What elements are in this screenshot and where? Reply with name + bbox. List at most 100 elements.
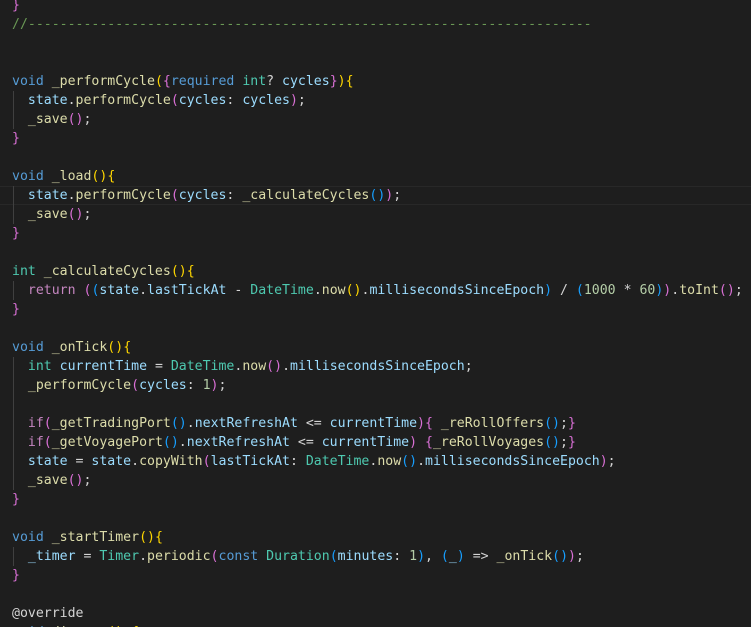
code-token: _performCycle	[51, 74, 155, 89]
code-token: =	[75, 549, 100, 564]
code-token: (	[170, 264, 179, 279]
code-token: )	[544, 283, 553, 298]
code-token: cycles	[282, 74, 330, 89]
code-line[interactable]: if(_getTradingPort().nextRefreshAt <= cu…	[12, 414, 576, 433]
code-line[interactable]: _performCycle(cycles: 1);	[12, 376, 227, 395]
code-token: (	[202, 454, 211, 469]
code-token: _save	[27, 112, 68, 127]
code-line[interactable]: _save();	[12, 471, 92, 490]
code-token: )	[560, 549, 569, 564]
code-token: _timer	[27, 549, 76, 564]
code-token: ;	[83, 112, 92, 127]
code-token: state	[91, 454, 132, 469]
code-token: nextRefreshAt	[186, 435, 290, 450]
code-token: :	[393, 549, 410, 564]
code-token: )	[115, 340, 124, 355]
code-token: .	[313, 283, 322, 298]
code-token: .	[67, 188, 76, 203]
code-token: ;	[560, 416, 568, 431]
code-token: (	[43, 435, 52, 450]
code-line[interactable]: }	[12, 566, 20, 585]
code-token: .	[671, 283, 680, 298]
code-token: /	[552, 283, 576, 298]
code-token: performCycle	[75, 188, 171, 203]
code-line[interactable]: void _startTimer(){	[12, 528, 163, 547]
code-token: _onTick	[496, 549, 553, 564]
code-line[interactable]: _timer = Timer.periodic(const Duration(m…	[12, 547, 584, 566]
code-line[interactable]: }	[12, 300, 20, 319]
code-line[interactable]: state = state.copyWith(lastTickAt: DateT…	[12, 452, 616, 471]
code-line[interactable]: void dispose() {	[12, 623, 139, 627]
code-token: now	[321, 283, 346, 298]
code-token: (	[67, 112, 76, 127]
code-token: .	[139, 549, 148, 564]
code-line[interactable]: }	[12, 224, 20, 243]
code-token: .	[186, 416, 195, 431]
code-token: :	[226, 93, 243, 108]
code-line[interactable]: _save();	[12, 110, 92, 129]
code-line[interactable]: }	[12, 129, 20, 148]
code-line[interactable]: state.performCycle(cycles: _calculateCyc…	[12, 186, 401, 205]
code-token: int	[27, 359, 52, 374]
code-token: =	[147, 359, 171, 374]
code-line[interactable]: return ((state.lastTickAt - DateTime.now…	[12, 281, 743, 300]
code-token: (	[67, 207, 76, 222]
code-token: }	[12, 302, 20, 317]
code-line[interactable]: state.performCycle(cycles: cycles);	[12, 91, 306, 110]
code-token: periodic	[147, 549, 211, 564]
code-line[interactable]: int _calculateCycles(){	[12, 262, 195, 281]
code-line[interactable]: }	[12, 0, 20, 15]
code-token: void	[12, 74, 44, 89]
code-token: cycles	[178, 188, 227, 203]
code-line[interactable]: @override	[12, 604, 83, 623]
code-line[interactable]: int currentTime = DateTime.now().millise…	[12, 357, 473, 376]
code-token: {	[424, 416, 433, 431]
code-token: performCycle	[75, 93, 171, 108]
code-token: }	[567, 435, 576, 450]
code-line[interactable]: //--------------------------------------…	[12, 15, 592, 34]
code-line[interactable]: _save();	[12, 205, 92, 224]
code-line[interactable]: void _load(){	[12, 167, 115, 186]
code-token: int	[12, 264, 36, 279]
code-token: 1000	[583, 283, 616, 298]
code-token: int	[242, 74, 267, 89]
code-token: (	[718, 283, 727, 298]
code-token: )	[417, 416, 425, 431]
code-token: )	[409, 454, 418, 469]
code-editor[interactable]: } //-------------------------------------…	[0, 0, 751, 627]
code-line[interactable]: void _onTick(){	[12, 338, 131, 357]
code-token: DateTime	[170, 359, 235, 374]
code-token: cycles	[139, 378, 187, 393]
code-token: )	[599, 454, 608, 469]
code-token: )	[552, 435, 560, 450]
code-token: )	[726, 283, 735, 298]
code-token: (	[329, 549, 338, 564]
code-token: _calculateCycles	[242, 188, 370, 203]
code-token: (	[170, 188, 179, 203]
code-token: ;	[464, 359, 473, 374]
code-token: )	[337, 74, 346, 89]
code-token: )	[75, 473, 84, 488]
code-line[interactable]: }	[12, 490, 20, 509]
code-line[interactable]: if(_getVoyagePort().nextRefreshAt <= cur…	[12, 433, 576, 452]
code-line[interactable]: void _performCycle({required int? cycles…	[12, 72, 354, 91]
code-token: )	[75, 112, 84, 127]
code-token: _onTick	[51, 340, 108, 355]
code-token: const	[218, 549, 259, 564]
code-token: =>	[464, 549, 497, 564]
code-token: if	[27, 435, 44, 450]
code-token: )	[552, 416, 560, 431]
code-token: DateTime	[305, 454, 370, 469]
code-token: void	[12, 340, 44, 355]
code-token: (	[170, 416, 179, 431]
